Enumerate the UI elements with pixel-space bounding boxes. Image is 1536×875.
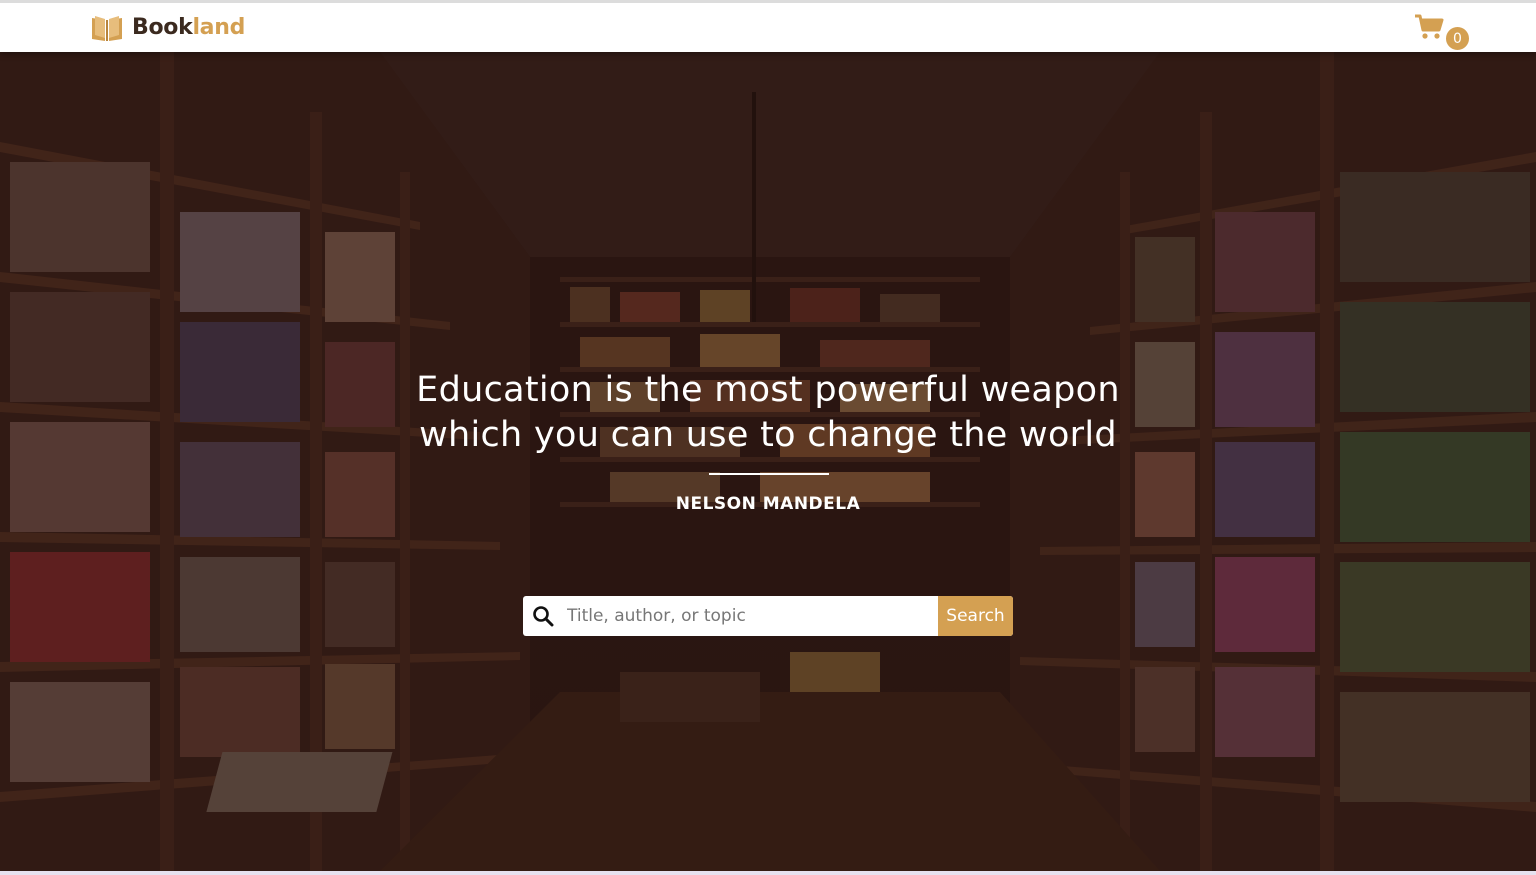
brand-logo-link[interactable]: Bookland: [90, 14, 245, 42]
search-input[interactable]: [563, 596, 938, 636]
cart-button[interactable]: 0: [1414, 8, 1472, 51]
cart-count-badge: 0: [1445, 25, 1470, 51]
page-bottom-edge: [0, 871, 1536, 875]
site-header: Bookland 0: [0, 0, 1536, 52]
quote-author: NELSON MANDELA: [675, 494, 861, 514]
brand-name-part1: Book: [132, 15, 193, 40]
hero-quote-line1: Education is the most powerful weapon: [416, 370, 1120, 410]
quote-divider: [709, 473, 829, 475]
open-book-icon: [90, 14, 124, 42]
shopping-cart-icon: [1414, 14, 1444, 44]
brand-name: Bookland: [132, 15, 245, 40]
search-button[interactable]: Search: [938, 596, 1013, 636]
hero-quote: Education is the most powerful weapon wh…: [368, 368, 1168, 458]
hero-content: Education is the most powerful weapon wh…: [0, 52, 1536, 871]
hero-quote-line2: which you can use to change the world: [419, 415, 1117, 455]
search-icon: [523, 596, 563, 636]
brand-name-part2: land: [192, 15, 246, 40]
hero-section: Education is the most powerful weapon wh…: [0, 52, 1536, 871]
search-form: Search: [523, 596, 1013, 636]
